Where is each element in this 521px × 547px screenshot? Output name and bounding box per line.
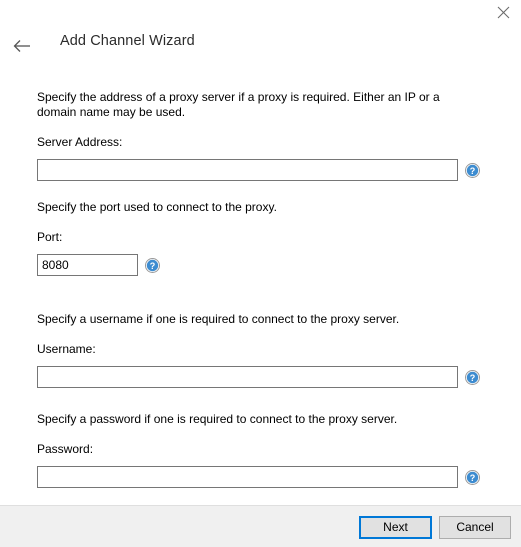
port-label: Port:: [37, 230, 63, 244]
back-button[interactable]: [8, 34, 36, 58]
field-group-username: Specify a username if one is required to…: [37, 312, 480, 388]
password-label: Password:: [37, 442, 94, 456]
help-icon-password[interactable]: ?: [465, 469, 480, 485]
back-arrow-icon: [13, 39, 31, 53]
port-row: ?: [37, 254, 472, 276]
next-button[interactable]: Next: [359, 516, 432, 539]
close-icon: [497, 6, 510, 19]
port-input[interactable]: [37, 254, 138, 276]
wizard-header: Add Channel Wizard: [0, 28, 521, 68]
help-icon-server-address[interactable]: ?: [465, 162, 480, 178]
field-group-server-address: Specify the address of a proxy server if…: [37, 90, 480, 181]
username-row: ?: [37, 366, 480, 388]
title-bar: [0, 0, 521, 26]
svg-text:?: ?: [470, 473, 476, 483]
field-group-port: Specify the port used to connect to the …: [37, 200, 472, 276]
port-description: Specify the port used to connect to the …: [37, 200, 277, 214]
close-button[interactable]: [485, 0, 521, 24]
password-row: ?: [37, 466, 480, 488]
server-address-input[interactable]: [37, 159, 458, 181]
username-input[interactable]: [37, 366, 458, 388]
svg-text:?: ?: [150, 261, 156, 271]
username-description: Specify a username if one is required to…: [37, 312, 400, 326]
help-icon-username[interactable]: ?: [465, 369, 480, 385]
svg-text:?: ?: [470, 166, 476, 176]
password-description: Specify a password if one is required to…: [37, 412, 398, 426]
cancel-button[interactable]: Cancel: [439, 516, 511, 539]
svg-text:?: ?: [470, 373, 476, 383]
server-address-label: Server Address:: [37, 135, 123, 149]
server-address-row: ?: [37, 159, 480, 181]
page-title: Add Channel Wizard: [60, 33, 195, 49]
footer-bar: Next Cancel: [0, 505, 521, 547]
password-input[interactable]: [37, 466, 458, 488]
username-label: Username:: [37, 342, 96, 356]
server-address-description: Specify the address of a proxy server if…: [37, 90, 440, 119]
help-icon-port[interactable]: ?: [145, 257, 160, 273]
field-group-password: Specify a password if one is required to…: [37, 412, 480, 488]
